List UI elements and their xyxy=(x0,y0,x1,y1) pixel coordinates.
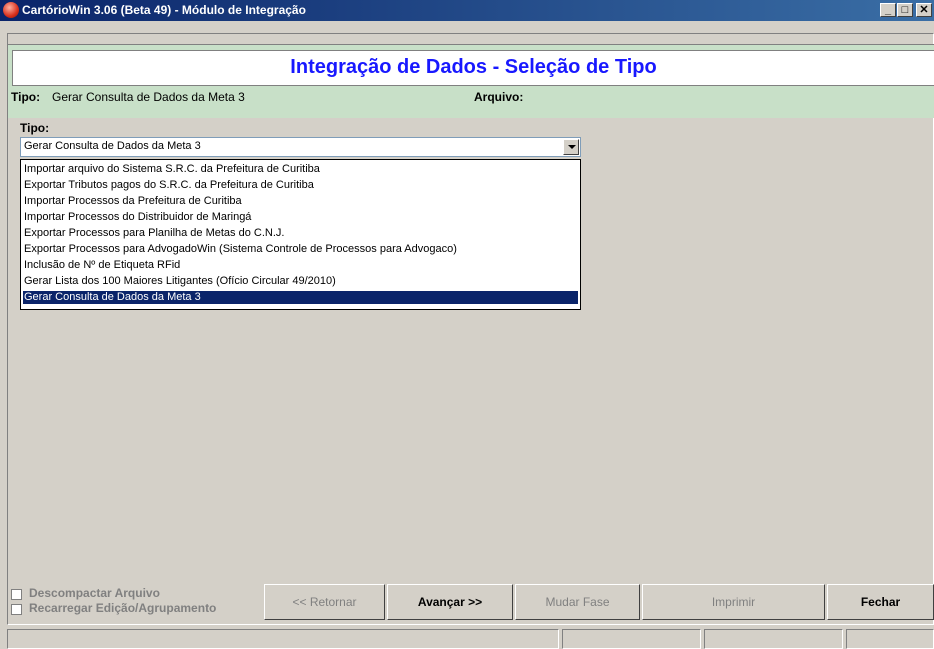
close-button[interactable]: ✕ xyxy=(916,3,932,17)
status-panel-main xyxy=(7,629,559,649)
dropdown-option[interactable]: Inclusão de Nº de Etiqueta RFid xyxy=(23,259,578,272)
chevron-down-icon[interactable] xyxy=(563,139,579,155)
recarregar-label: Recarregar Edição/Agrupamento xyxy=(29,601,217,615)
dropdown-option[interactable]: Exportar Processos para AdvogadoWin (Sis… xyxy=(23,243,578,256)
header-title-box: Integração de Dados - Seleção de Tipo xyxy=(12,50,934,86)
maximize-button[interactable]: □ xyxy=(897,3,913,17)
title-bar[interactable]: CartórioWin 3.06 (Beta 49) - Módulo de I… xyxy=(0,0,934,21)
header-arquivo-label: Arquivo: xyxy=(474,90,524,104)
dropdown-option[interactable]: Exportar Processos para Planilha de Meta… xyxy=(23,227,578,240)
tipo-dropdown-list[interactable]: Importar arquivo do Sistema S.R.C. da Pr… xyxy=(20,159,581,310)
mudar-fase-button[interactable]: Mudar Fase xyxy=(515,584,640,620)
descompactar-checkbox[interactable] xyxy=(11,589,22,600)
status-panel-4 xyxy=(846,629,934,649)
dropdown-option[interactable]: Importar Processos do Distribuidor de Ma… xyxy=(23,211,578,224)
form-tipo-label: Tipo: xyxy=(20,121,50,135)
status-panel-3 xyxy=(704,629,843,649)
window-frame xyxy=(0,21,934,23)
tipo-combobox-value: Gerar Consulta de Dados da Meta 3 xyxy=(24,140,201,152)
page-title: Integração de Dados - Seleção de Tipo xyxy=(290,56,657,78)
tipo-combobox[interactable]: Gerar Consulta de Dados da Meta 3 xyxy=(20,137,581,157)
cartoriowin-logo-icon[interactable] xyxy=(3,2,19,18)
dropdown-option[interactable]: Importar arquivo do Sistema S.R.C. da Pr… xyxy=(23,163,578,176)
minimize-button[interactable]: _ xyxy=(880,3,896,17)
window-title: CartórioWin 3.06 (Beta 49) - Módulo de I… xyxy=(22,3,306,17)
avancar-button[interactable]: Avançar >> xyxy=(387,584,513,620)
fechar-button[interactable]: Fechar xyxy=(827,584,934,620)
dropdown-option[interactable]: Importar Processos da Prefeitura de Curi… xyxy=(23,195,578,208)
header-tipo-value: Gerar Consulta de Dados da Meta 3 xyxy=(52,90,245,104)
imprimir-button[interactable]: Imprimir xyxy=(642,584,825,620)
dropdown-option[interactable]: Gerar Lista dos 100 Maiores Litigantes (… xyxy=(23,275,578,288)
recarregar-checkbox[interactable] xyxy=(11,604,22,615)
descompactar-label: Descompactar Arquivo xyxy=(29,586,160,600)
retornar-button[interactable]: << Retornar xyxy=(264,584,385,620)
status-panel-2 xyxy=(562,629,701,649)
header-tipo-label: Tipo: xyxy=(11,90,41,104)
dropdown-option[interactable]: Exportar Tributos pagos do S.R.C. da Pre… xyxy=(23,179,578,192)
dropdown-option-selected[interactable]: Gerar Consulta de Dados da Meta 3 xyxy=(23,291,578,304)
